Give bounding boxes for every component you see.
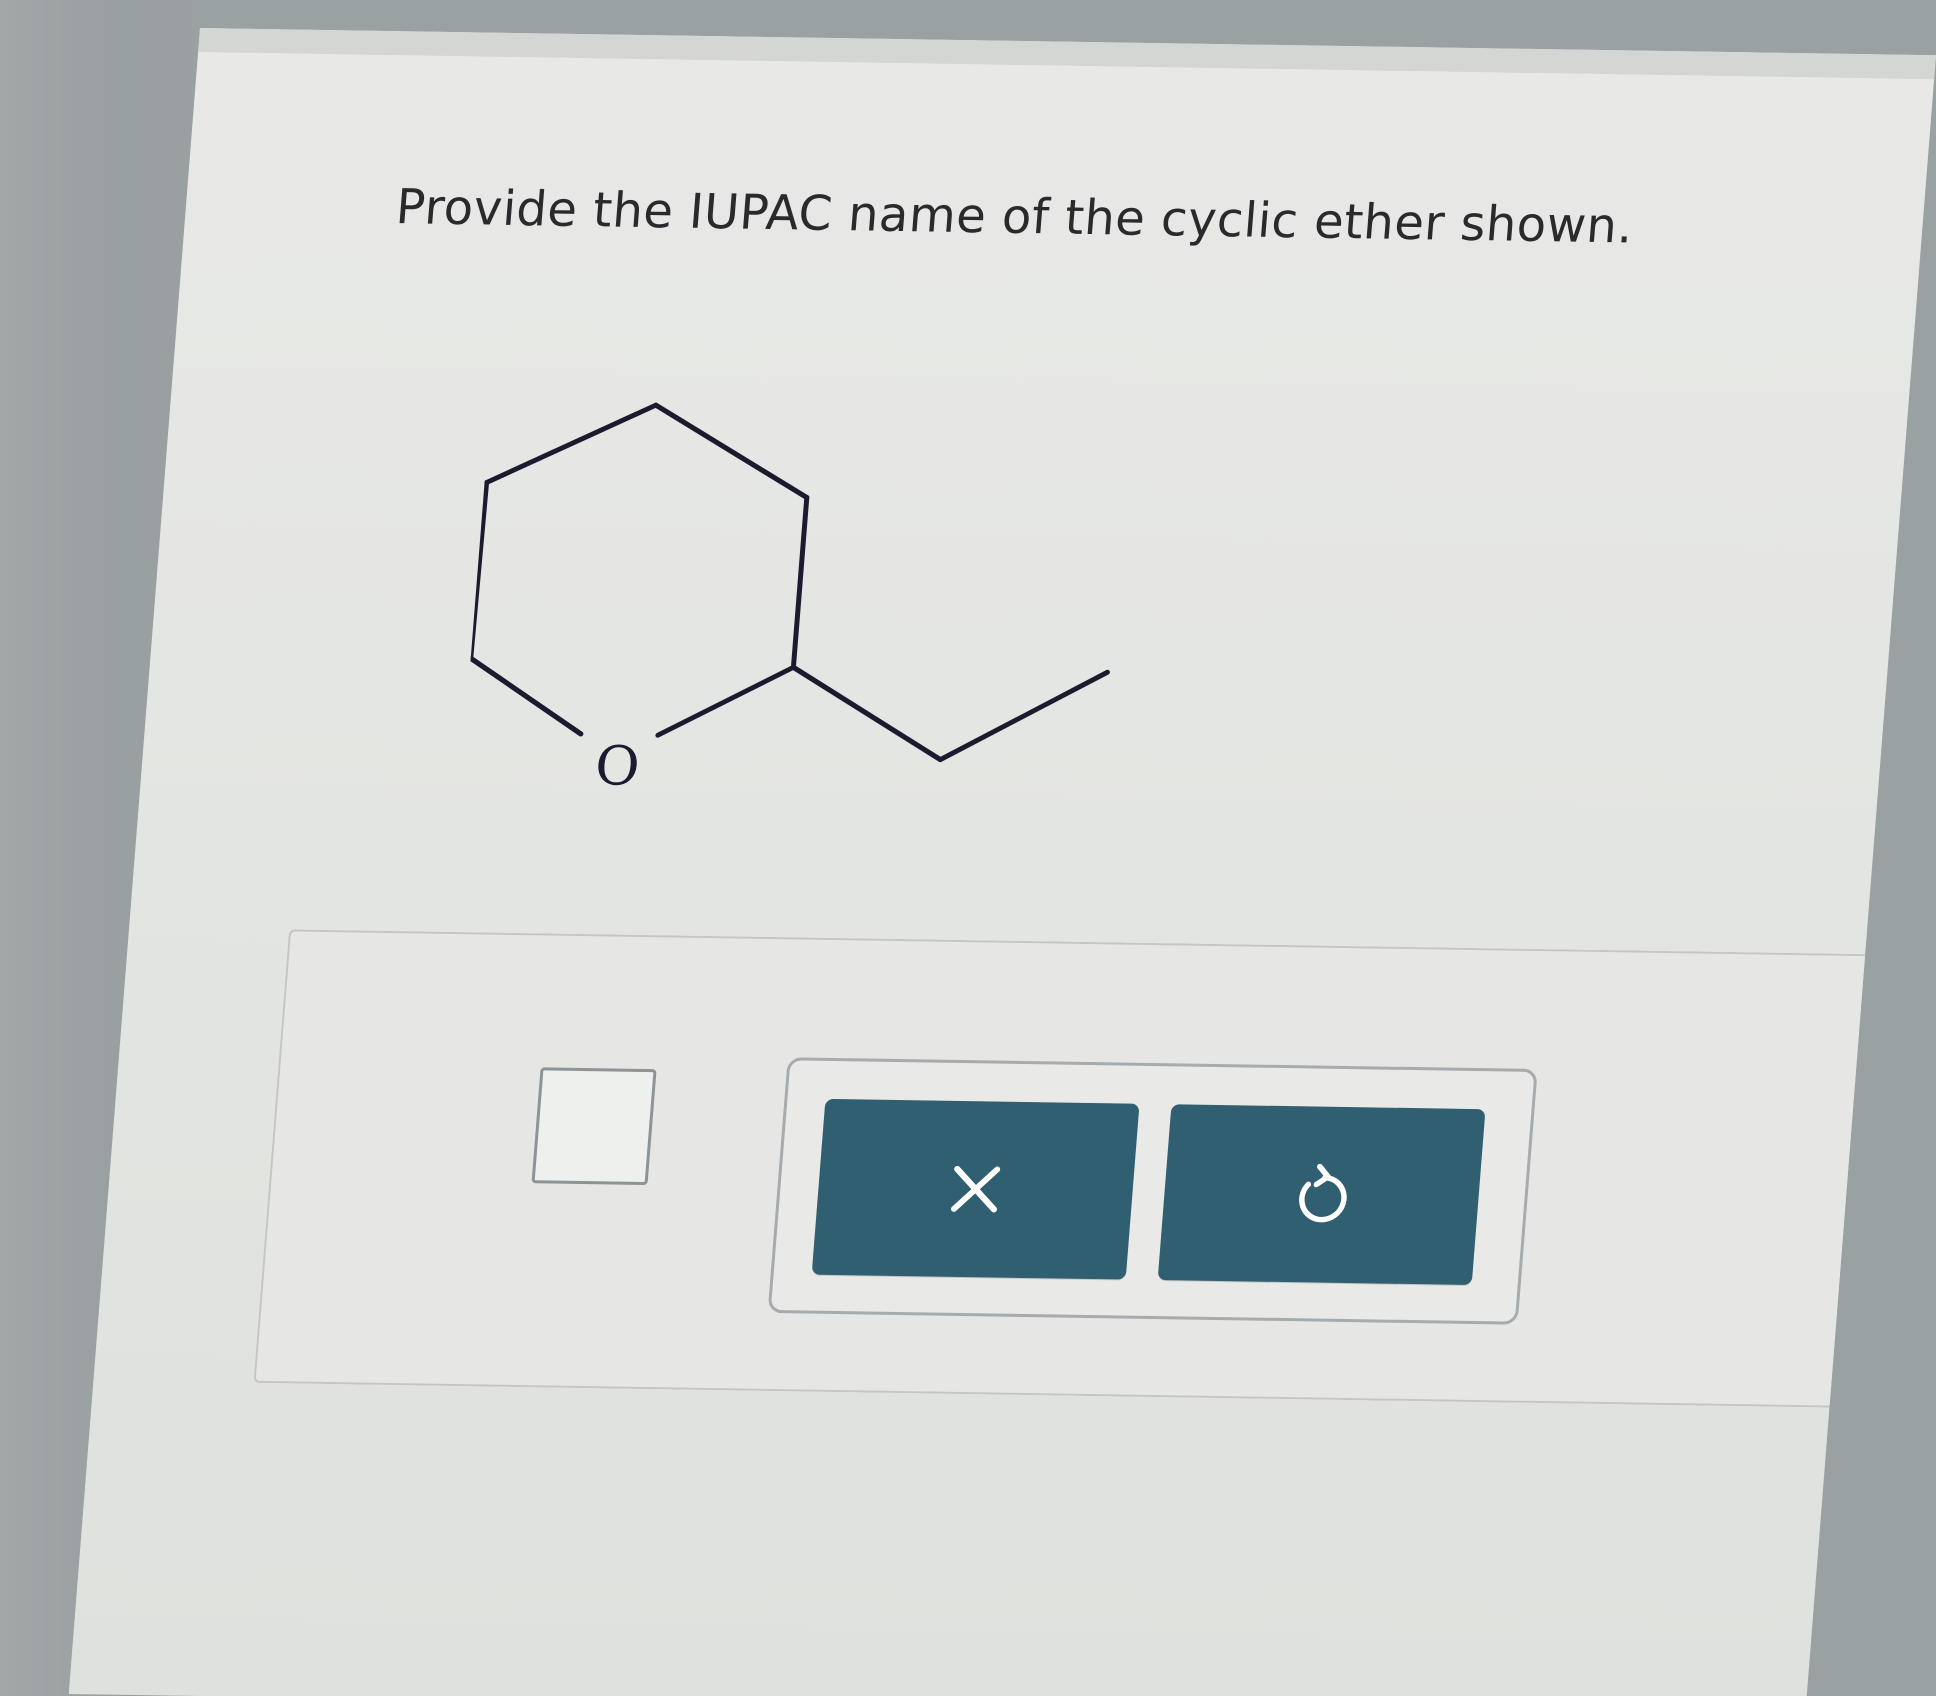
ring-bond [790,495,810,670]
ethyl-bond [937,669,1110,763]
ring-bond [468,480,490,661]
ring-bond [653,402,810,501]
ring-bond [655,664,796,738]
ring-bond [468,655,584,737]
undo-button[interactable] [1157,1104,1486,1285]
ring-bond [484,402,659,485]
molecule-structure: O [468,402,1110,798]
undo-icon [1299,1163,1347,1223]
ethyl-bond [790,664,943,763]
answer-panel [253,929,1912,1409]
x-icon [950,1165,1001,1213]
action-button-group [767,1057,1538,1325]
question-text: Provide the IUPAC name of the cyclic eth… [393,179,1636,255]
screen: Provide the IUPAC name of the cyclic eth… [68,28,1936,1696]
answer-input[interactable] [531,1067,657,1186]
oxygen-atom-label: O [593,734,642,798]
clear-button[interactable] [811,1098,1140,1280]
